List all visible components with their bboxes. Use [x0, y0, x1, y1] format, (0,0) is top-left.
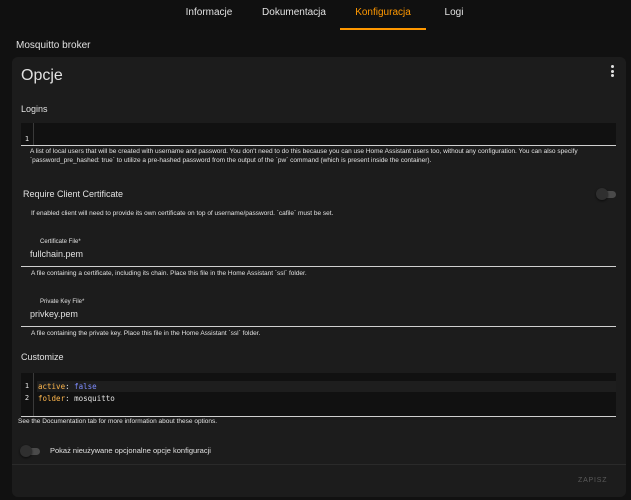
logins-label: Logins: [21, 104, 48, 114]
certfile-field[interactable]: Certificate File* fullchain.pem: [21, 235, 616, 267]
keyfile-value: privkey.pem: [30, 309, 78, 319]
footer-divider: [12, 464, 626, 465]
line-number: 1: [24, 382, 30, 390]
require-cert-label: Require Client Certificate: [23, 189, 124, 199]
customize-editor[interactable]: 1 2 active: false folder: mosquitto: [21, 373, 616, 417]
require-cert-toggle[interactable]: [596, 188, 616, 200]
card-title: Opcje: [21, 67, 63, 84]
tab-logi[interactable]: Logi: [432, 0, 476, 30]
certfile-description: A file containing a certificate, includi…: [31, 270, 307, 277]
line-number: 2: [24, 394, 30, 402]
customize-label: Customize: [21, 352, 64, 362]
require-cert-description: If enabled client will need to provide i…: [31, 210, 334, 217]
line-number: 1: [24, 135, 30, 143]
certfile-value: fullchain.pem: [30, 249, 84, 259]
customize-description: See the Documentation tab for more infor…: [18, 418, 218, 425]
more-vertical-icon[interactable]: [608, 65, 616, 79]
code-line: active: false: [37, 381, 616, 392]
logins-description: A list of local users that will be creat…: [30, 148, 578, 164]
tab-bar: Informacje Dokumentacja Konfiguracja Log…: [0, 0, 631, 30]
app-title: Mosquitto broker: [16, 40, 91, 51]
yaml-value: mosquitto: [74, 394, 115, 403]
yaml-separator: :: [65, 394, 75, 403]
keyfile-field[interactable]: Private Key File* privkey.pem: [21, 295, 616, 327]
tab-konfiguracja[interactable]: Konfiguracja: [340, 0, 426, 30]
keyfile-description: A file containing the private key. Place…: [31, 330, 261, 337]
yaml-value: false: [74, 382, 97, 391]
code-line: folder: mosquitto: [37, 393, 616, 404]
show-unused-label: Pokaż nieużywane opcjonalne opcje konfig…: [50, 446, 211, 455]
yaml-separator: :: [65, 382, 75, 391]
show-unused-toggle[interactable]: [20, 445, 40, 457]
yaml-key: active: [38, 382, 66, 391]
options-card: Opcje Logins 1 A list of local users tha…: [12, 57, 626, 497]
save-button[interactable]: ZAPISZ: [578, 477, 607, 484]
tab-informacje[interactable]: Informacje: [172, 0, 246, 30]
yaml-key: folder: [38, 394, 66, 403]
logins-editor[interactable]: 1: [21, 123, 616, 146]
certfile-label: Certificate File*: [40, 239, 81, 245]
tab-dokumentacja[interactable]: Dokumentacja: [252, 0, 336, 30]
keyfile-label: Private Key File*: [40, 299, 85, 305]
